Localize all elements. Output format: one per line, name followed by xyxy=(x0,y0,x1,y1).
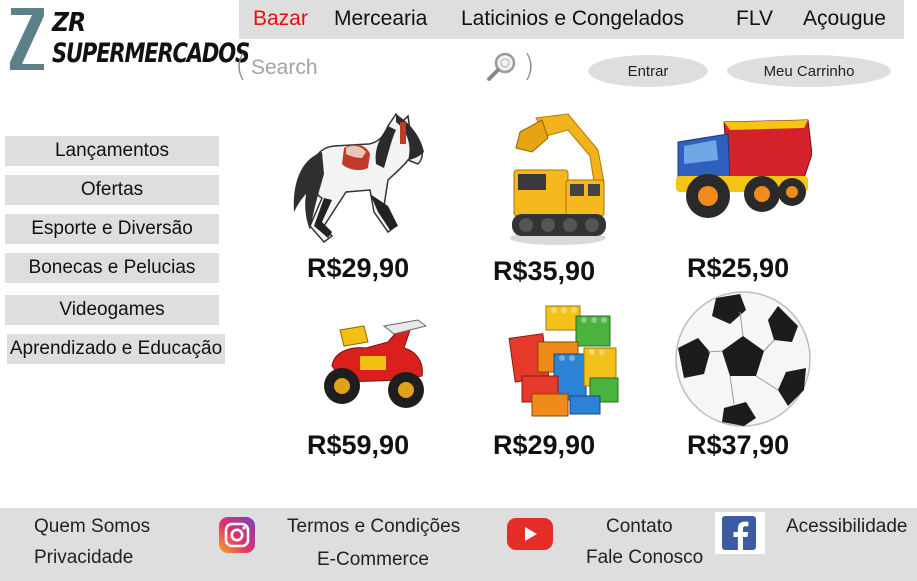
product-price: R$25,90 xyxy=(687,253,790,283)
sidebar-item-ofertas[interactable]: Ofertas xyxy=(5,175,219,205)
footer-link-acessibilidade[interactable]: Acessibilidade xyxy=(786,516,907,538)
logo-text-supermercados: SUPERMERCADOS xyxy=(52,38,250,69)
footer: Quem Somos Privacidade Termos e Condiçõe… xyxy=(0,508,917,581)
product-price: R$29,90 xyxy=(307,253,410,283)
footer-link-quem-somos[interactable]: Quem Somos xyxy=(34,516,150,538)
sidebar-item-bonecas[interactable]: Bonecas e Pelucias xyxy=(5,253,219,283)
nav-item-laticinios[interactable]: Laticinios e Congelados xyxy=(461,7,684,31)
nav-item-acougue[interactable]: Açougue xyxy=(803,7,886,31)
footer-link-ecommerce[interactable]: E-Commerce xyxy=(317,549,429,571)
product-price: R$59,90 xyxy=(307,430,410,460)
footer-link-termos[interactable]: Termos e Condições xyxy=(287,516,460,538)
search-icon[interactable] xyxy=(485,51,519,83)
cart-button[interactable]: Meu Carrinho xyxy=(727,55,891,87)
sidebar-item-aprendizado[interactable]: Aprendizado e Educação xyxy=(7,334,225,364)
sidebar-item-esporte[interactable]: Esporte e Diversão xyxy=(5,214,219,244)
nav-item-flv[interactable]: FLV xyxy=(736,7,773,31)
footer-link-contato[interactable]: Contato xyxy=(606,516,673,538)
facebook-icon[interactable] xyxy=(715,512,765,554)
logo-z-mark xyxy=(10,8,44,70)
product-price: R$29,90 xyxy=(493,430,596,460)
toy-motorcycle-image[interactable] xyxy=(314,312,432,414)
nav-item-bazar[interactable]: Bazar xyxy=(253,7,308,31)
logo-text-zr: ZR xyxy=(52,8,86,38)
search-input[interactable] xyxy=(251,53,471,83)
search-open-paren: ( xyxy=(235,49,247,84)
building-blocks-image[interactable] xyxy=(498,292,630,424)
search-close-paren: ) xyxy=(523,49,535,84)
soccer-ball-image[interactable] xyxy=(674,290,812,428)
top-navigation: Bazar Mercearia Laticinios e Congelados … xyxy=(239,0,904,39)
brand-logo[interactable]: ZR SUPERMERCADOS xyxy=(8,4,250,76)
footer-link-fale-conosco[interactable]: Fale Conosco xyxy=(586,547,703,569)
toy-horse-image[interactable] xyxy=(284,108,430,250)
toy-dump-truck-image[interactable] xyxy=(672,114,812,226)
login-button[interactable]: Entrar xyxy=(588,55,708,87)
sidebar-item-lancamentos[interactable]: Lançamentos xyxy=(5,136,219,166)
footer-link-privacidade[interactable]: Privacidade xyxy=(34,547,133,569)
sidebar-item-videogames[interactable]: Videogames xyxy=(5,295,219,325)
instagram-icon[interactable] xyxy=(218,516,256,554)
nav-item-mercearia[interactable]: Mercearia xyxy=(334,7,427,31)
toy-excavator-image[interactable] xyxy=(506,110,608,246)
search-bar: ( ) xyxy=(235,49,537,86)
product-price: R$37,90 xyxy=(687,430,790,460)
youtube-icon[interactable] xyxy=(507,518,553,550)
product-price: R$35,90 xyxy=(493,256,596,286)
